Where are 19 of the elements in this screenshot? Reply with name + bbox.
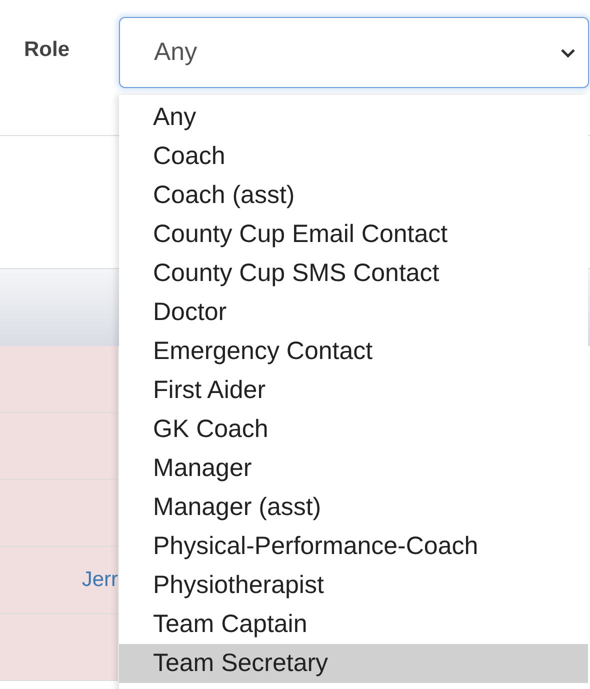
dropdown-option[interactable]: County Cup Email Contact — [119, 215, 588, 254]
dropdown-option[interactable]: Manager (asst) — [119, 488, 588, 527]
dropdown-option[interactable]: Doctor — [119, 293, 588, 332]
dropdown-option[interactable]: First Aider — [119, 371, 588, 410]
dropdown-option[interactable]: County Cup SMS Contact — [119, 254, 588, 293]
dropdown-option[interactable]: Physical-Performance-Coach — [119, 527, 588, 566]
dropdown-option[interactable]: Coach (asst) — [119, 176, 588, 215]
dropdown-option[interactable]: Physiotherapist — [119, 566, 588, 605]
dropdown-option[interactable]: Any — [119, 98, 588, 137]
dropdown-option[interactable]: Team Captain — [119, 605, 588, 644]
dropdown-option[interactable]: Emergency Contact — [119, 332, 588, 371]
dropdown-option[interactable]: Coach — [119, 137, 588, 176]
dropdown-option[interactable]: Manager — [119, 449, 588, 488]
dropdown-option[interactable]: Team Secretary — [119, 644, 588, 683]
chevron-down-icon — [560, 48, 576, 58]
role-label: Role — [24, 38, 71, 62]
name-link[interactable]: Jerr — [82, 568, 118, 592]
dropdown-option[interactable]: GK Coach — [119, 410, 588, 449]
role-select[interactable]: Any — [119, 17, 589, 88]
